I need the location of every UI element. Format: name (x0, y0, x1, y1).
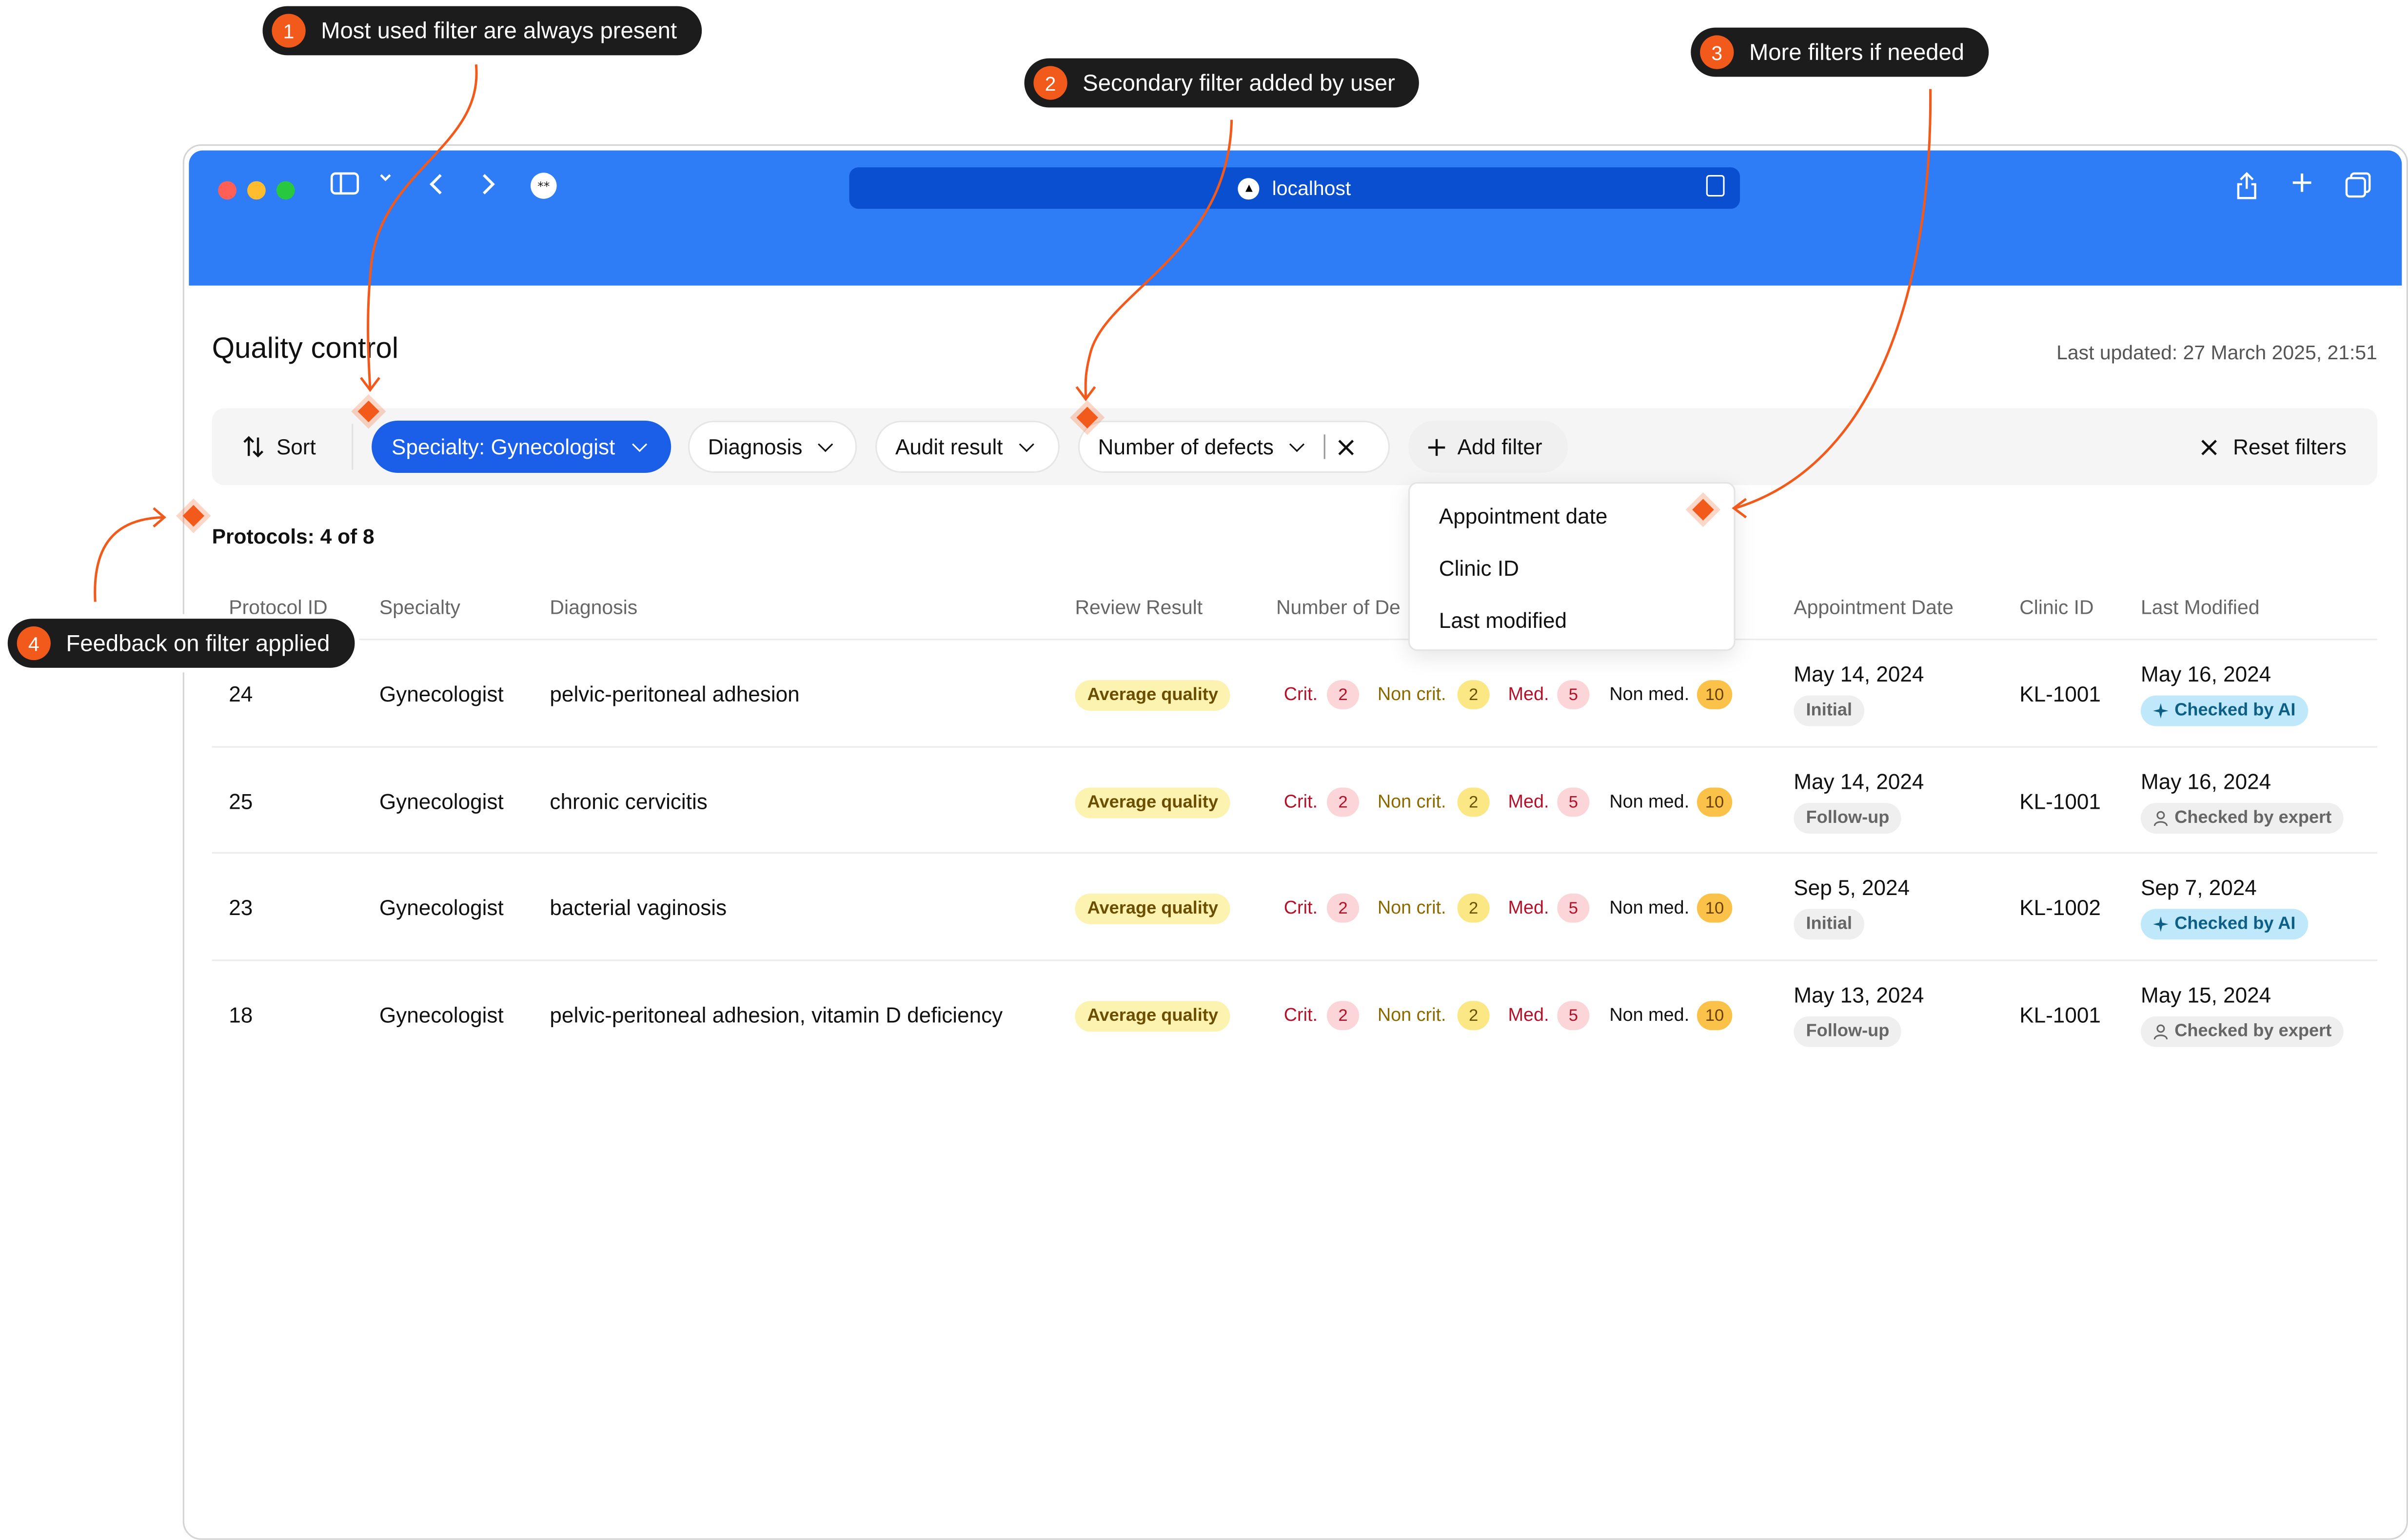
annotation-number: 2 (1033, 66, 1067, 100)
annotation-callout-1: 1 Most used filter are always present (262, 6, 702, 56)
annotation-text: Feedback on filter applied (66, 630, 330, 657)
annotation-arrows (94, 64, 1932, 602)
annotation-number: 1 (272, 14, 306, 48)
annotation-text: Most used filter are always present (321, 18, 677, 44)
annotation-callout-3: 3 More filters if needed (1691, 27, 1989, 77)
annotation-callout-4: 4 Feedback on filter applied (7, 619, 355, 668)
annotation-text: Secondary filter added by user (1083, 70, 1395, 96)
annotation-callout-2: 2 Secondary filter added by user (1024, 58, 1420, 108)
annotation-number: 4 (17, 626, 51, 661)
annotation-number: 3 (1700, 35, 1734, 69)
annotation-text: More filters if needed (1749, 39, 1965, 65)
